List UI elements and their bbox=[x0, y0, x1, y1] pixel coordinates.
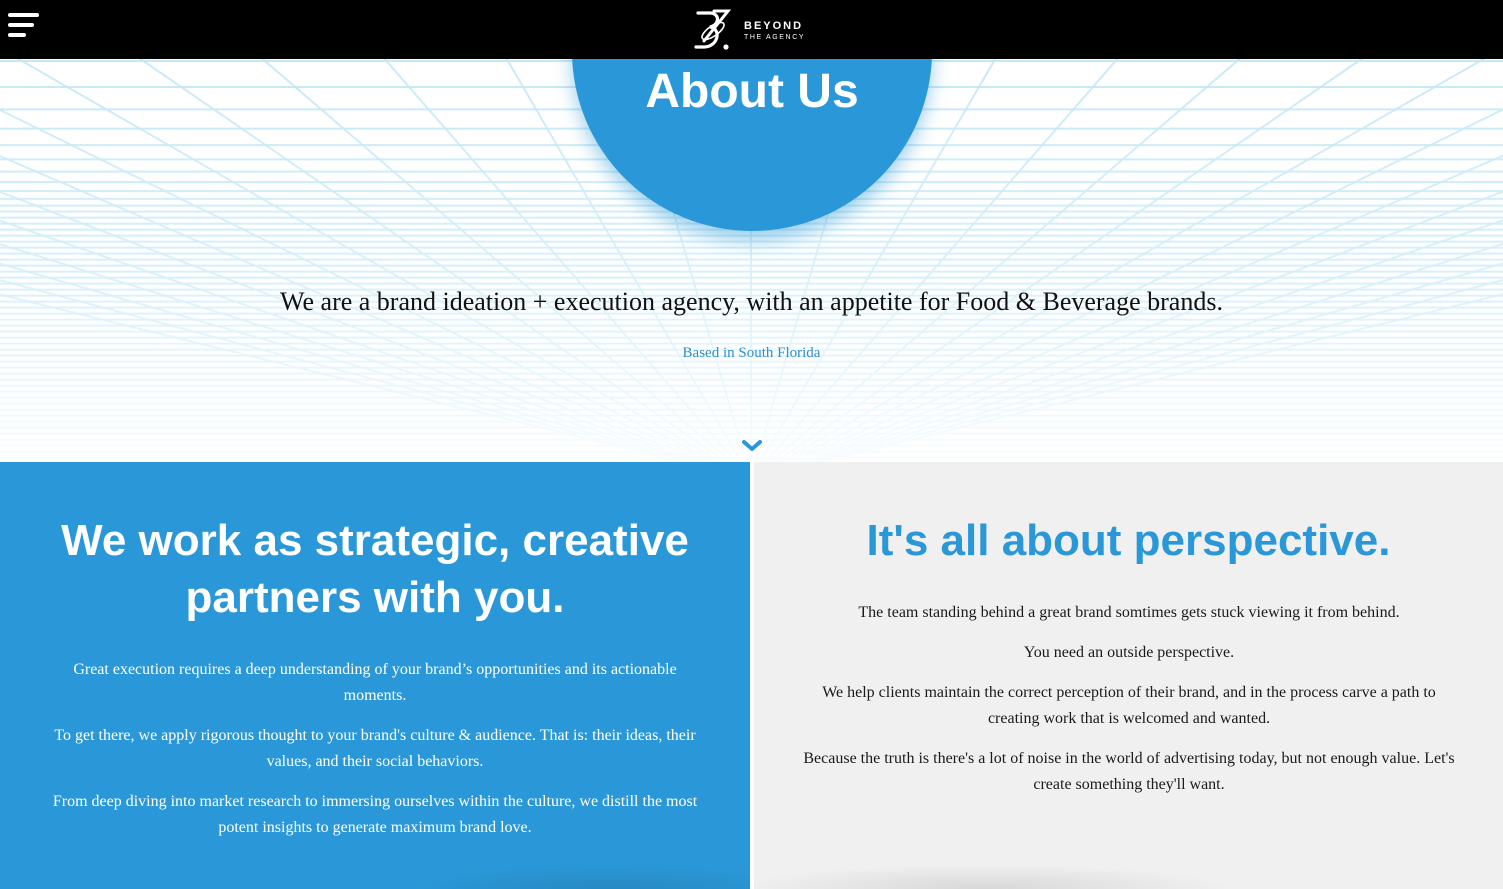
agency-tagline: We are a brand ideation + execution agen… bbox=[280, 287, 1223, 316]
chevron-down-icon[interactable] bbox=[741, 438, 763, 454]
right-paragraph-2: You need an outside perspective. bbox=[1023, 644, 1235, 661]
location-text: Based in South Florida bbox=[682, 345, 821, 361]
left-paragraph-2: To get there, we apply rigorous thought … bbox=[54, 727, 696, 770]
left-paragraph-1: Great execution requires a deep understa… bbox=[73, 661, 677, 704]
brand-subtitle: THE AGENCY bbox=[744, 34, 806, 41]
card-shadow bbox=[400, 862, 750, 889]
perspective-copy: The team standing behind a great brand s… bbox=[799, 600, 1459, 812]
strategic-partners-heading: We work as strategic, creative partners … bbox=[61, 516, 689, 622]
brand-name: BEYOND bbox=[744, 20, 804, 32]
right-paragraph-1: The team standing behind a great brand s… bbox=[858, 604, 1400, 621]
left-paragraph-3: From deep diving into market research to… bbox=[52, 793, 698, 836]
top-nav-bar: BEYOND THE AGENCY bbox=[0, 0, 1503, 59]
brand-logo[interactable]: BEYOND THE AGENCY bbox=[692, 7, 817, 53]
strategic-partners-section: We work as strategic, creative partners … bbox=[0, 462, 750, 889]
right-paragraph-4: Because the truth is there's a lot of no… bbox=[803, 750, 1455, 793]
strategic-partners-copy: Great execution requires a deep understa… bbox=[40, 657, 710, 855]
perspective-section: It's all about perspective. The team sta… bbox=[754, 462, 1503, 889]
card-shadow bbox=[754, 864, 1234, 889]
page-title: About Us bbox=[645, 65, 859, 118]
beyond-logo-mark-icon bbox=[694, 9, 732, 50]
hamburger-menu-icon[interactable] bbox=[8, 13, 42, 41]
perspective-heading: It's all about perspective. bbox=[866, 516, 1391, 565]
about-hero-section: About Us We are a brand ideation + execu… bbox=[0, 59, 1503, 462]
right-paragraph-3: We help clients maintain the correct per… bbox=[822, 684, 1436, 727]
